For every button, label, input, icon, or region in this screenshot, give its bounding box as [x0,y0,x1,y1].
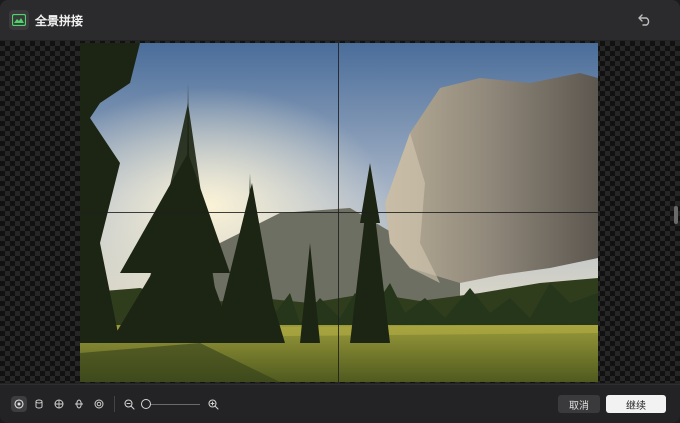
bottom-toolbar: 取消 继续 [0,384,680,423]
mercator-view-button[interactable] [71,396,87,412]
zoom-out-button[interactable] [121,396,137,412]
window-title: 全景拼接 [35,14,84,28]
panorama-stitch-window: 全景拼接 取消 继续 [0,0,680,423]
continue-button[interactable]: 继续 [606,395,666,413]
cylinder-view-button[interactable] [31,396,47,412]
cylinder-view-icon [35,399,43,409]
undo-button[interactable] [636,11,654,29]
sphere-view-icon [14,399,24,409]
mercator-view-icon [75,399,83,409]
title-bar: 全景拼接 [0,0,680,40]
zoom-in-icon [207,398,219,410]
zoom-slider-thumb[interactable] [141,399,151,409]
target-view-button[interactable] [91,396,107,412]
stitch-canvas[interactable] [0,41,680,383]
globe-view-button[interactable] [51,396,67,412]
panorama-icon [9,10,29,30]
side-scrollbar[interactable] [674,206,678,224]
target-view-icon [94,399,104,409]
zoom-out-icon [123,398,135,410]
toolbar-divider [114,396,115,412]
undo-icon [638,14,650,26]
sphere-view-button[interactable] [11,396,27,412]
cancel-button[interactable]: 取消 [558,395,600,413]
panorama-image[interactable] [80,43,598,382]
zoom-in-button[interactable] [205,396,221,412]
globe-view-icon [54,399,64,409]
zoom-slider-track[interactable] [146,404,200,405]
grid-line-horizontal [80,212,598,213]
